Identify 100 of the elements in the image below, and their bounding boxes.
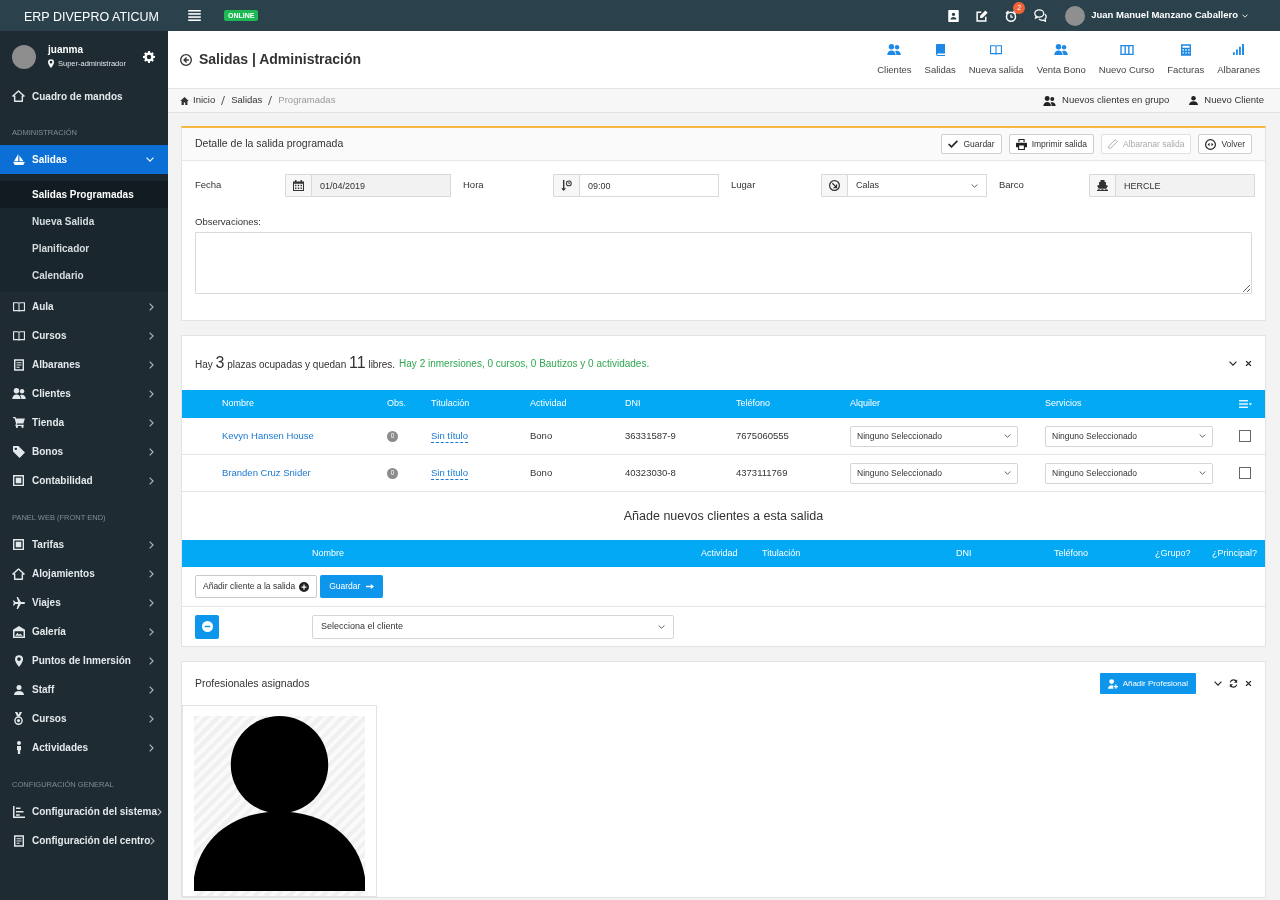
client-name-link[interactable]: Kevyn Hansen House <box>222 429 314 441</box>
place-dropdown[interactable]: Calas <box>848 174 987 197</box>
user-menu-button[interactable]: Juan Manuel Manzano Caballero <box>1091 8 1248 23</box>
sidebar-item[interactable]: Clientes <box>0 379 168 408</box>
sidebar-item[interactable]: Cuadro de mandos <box>0 82 168 110</box>
print-button[interactable]: Imprimir salida <box>1008 134 1094 154</box>
shortcut-link[interactable]: Facturas <box>1167 43 1205 76</box>
client-dropdown[interactable]: Selecciona el cliente <box>312 614 674 639</box>
date-field[interactable]: 01/04/2019 <box>312 174 451 197</box>
refresh-icon[interactable] <box>1229 679 1238 688</box>
header-link[interactable]: Nuevo Cliente <box>1189 93 1264 108</box>
page-title: Salidas | Administración <box>199 50 362 69</box>
calendar-icon <box>285 174 312 197</box>
medal-icon <box>14 712 23 725</box>
shortcut-link[interactable]: Salidas <box>924 43 956 76</box>
sidebar-item[interactable]: Tarifas <box>0 530 168 559</box>
sidebar-item[interactable]: Cursos <box>0 704 168 733</box>
arrow-right-icon <box>366 584 375 589</box>
client-name-link[interactable]: Branden Cruz Snider <box>222 466 311 478</box>
sidebar-item[interactable]: Cursos <box>0 321 168 350</box>
shortcut-link[interactable]: Albaranes <box>1217 43 1260 76</box>
title-link[interactable]: Sin título <box>431 466 468 480</box>
breadcrumb-link[interactable]: Inicio <box>180 93 216 108</box>
rental-dropdown[interactable]: Ninguno Seleccionado <box>850 462 1018 484</box>
alarm-clock-icon[interactable] <box>1005 9 1018 22</box>
sidebar-item[interactable]: Configuración del sistema <box>0 797 168 826</box>
menu-icon[interactable] <box>188 10 201 21</box>
submenu-item[interactable]: Salidas Programadas <box>0 181 168 208</box>
sidebar-item[interactable]: Contabilidad <box>0 466 168 495</box>
chevron-down-icon <box>658 624 665 629</box>
sidebar-item[interactable]: Galería <box>0 617 168 646</box>
table-cell-text: 7675060555 <box>736 428 789 443</box>
services-dropdown[interactable]: Ninguno Seleccionado <box>1045 462 1213 484</box>
shortcut-link[interactable]: Nueva salida <box>968 43 1024 76</box>
collapse-icon[interactable] <box>1229 360 1237 366</box>
chevron-down-icon <box>1199 471 1206 475</box>
sidebar-item[interactable]: Staff <box>0 675 168 704</box>
chat-icon[interactable] <box>1034 9 1048 22</box>
sidebar-item[interactable]: Albaranes <box>0 350 168 379</box>
breadcrumb-link[interactable]: Salidas <box>231 93 263 108</box>
services-dropdown[interactable]: Ninguno Seleccionado <box>1045 425 1213 447</box>
column-header: ¿Grupo? <box>1155 546 1191 560</box>
save-button[interactable]: Guardar <box>941 134 1002 154</box>
shortcut-link[interactable]: Venta Bono <box>1036 43 1086 76</box>
column-header: Nombre <box>222 398 254 409</box>
home-icon <box>12 90 25 102</box>
circle-arrows-icon <box>1205 138 1217 150</box>
sailboat-icon <box>12 154 25 165</box>
collapse-icon[interactable] <box>1214 681 1222 686</box>
column-header: Obs. <box>387 397 406 411</box>
close-icon[interactable] <box>1245 359 1252 367</box>
section-title: Añade nuevos clientes a esta salida <box>623 507 824 525</box>
card-title: Profesionales asignados <box>195 675 310 691</box>
users-icon <box>11 388 26 399</box>
title-link[interactable]: Sin título <box>431 429 468 443</box>
back-icon[interactable] <box>180 53 192 66</box>
printer-icon <box>1015 138 1027 150</box>
sidebar-item[interactable]: Viajes <box>0 588 168 617</box>
sidebar-item[interactable]: Aula <box>0 292 168 321</box>
row-checkbox[interactable] <box>1239 430 1251 442</box>
sidebar-item[interactable]: Puntos de Inmersión <box>0 646 168 675</box>
sidebar-item[interactable]: Tienda <box>0 408 168 437</box>
submenu-item[interactable]: Planificador <box>0 235 168 262</box>
rental-dropdown[interactable]: Ninguno Seleccionado <box>850 425 1018 447</box>
return-button[interactable]: Volver <box>1198 134 1252 154</box>
submenu-item[interactable]: Nueva Salida <box>0 208 168 235</box>
sidebar-item[interactable]: Configuración del centro <box>0 826 168 855</box>
open-book-icon <box>12 330 25 341</box>
header-link[interactable]: Nuevos clientes en grupo <box>1043 93 1170 108</box>
add-client-button[interactable]: Añadir cliente a la salida <box>195 575 318 598</box>
shortcut-link[interactable]: Nuevo Curso <box>1098 43 1155 76</box>
column-header: Actividad <box>701 546 738 560</box>
table-cell-text: 36331587-9 <box>625 428 676 443</box>
notes-field[interactable] <box>195 232 1252 294</box>
address-book-icon[interactable] <box>948 9 960 22</box>
remove-row-button[interactable] <box>195 614 219 639</box>
sidebar-item[interactable]: Actividades <box>0 733 168 762</box>
separator-icon <box>268 96 273 105</box>
table-cell-text: Bono <box>530 428 553 443</box>
submenu-item[interactable]: Calendario <box>0 262 168 289</box>
open-book-icon <box>12 301 25 312</box>
field-label: Lugar <box>731 178 757 193</box>
boat-field[interactable]: HERCLE <box>1116 174 1255 197</box>
document-icon <box>13 358 24 371</box>
settings-icon[interactable] <box>143 50 155 63</box>
person-icon <box>16 741 21 754</box>
occupancy-summary: Hay 3 plazas ocupadas y quedan 11 libres. <box>195 353 396 373</box>
column-header: Teléfono <box>1054 546 1089 560</box>
map-pin-icon <box>14 654 23 667</box>
sidebar-item[interactable]: Bonos <box>0 437 168 466</box>
sidebar-item[interactable]: Alojamientos <box>0 559 168 588</box>
time-field[interactable]: 09:00 <box>580 174 719 197</box>
close-icon[interactable] <box>1245 680 1252 687</box>
table-cell-text: Bono <box>530 465 553 480</box>
row-checkbox[interactable] <box>1239 467 1251 479</box>
shortcut-link[interactable]: Clientes <box>877 43 912 76</box>
open-book-icon <box>990 44 1003 55</box>
edit-icon[interactable] <box>976 9 989 22</box>
sidebar-item[interactable]: Salidas <box>0 145 168 174</box>
check-icon <box>948 140 959 148</box>
